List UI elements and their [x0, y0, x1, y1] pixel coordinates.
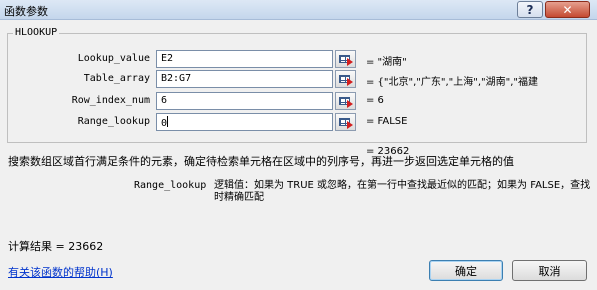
range-lookup-result: = FALSE: [366, 116, 408, 127]
table-array-result: = {"北京","广东","上海","湖南","福建: [366, 77, 539, 88]
row-index-num-ref-button[interactable]: [335, 92, 356, 110]
lookup-value-input[interactable]: E2: [156, 50, 333, 68]
calculation-result: 计算结果 = 23662: [8, 240, 104, 253]
text-caret: [167, 116, 169, 127]
arg-label-range-lookup: Range_lookup: [77, 116, 150, 127]
title-bar: 函数参数 ? ✕: [0, 0, 597, 20]
table-array-input[interactable]: B2:G7: [156, 70, 333, 88]
param-help-text: 逻辑值：如果为 TRUE 或忽略，在第一行中查找最近似的匹配；如果为 FALSE…: [214, 180, 591, 203]
close-icon: ✕: [562, 2, 573, 17]
close-button[interactable]: ✕: [545, 1, 590, 18]
ok-button[interactable]: 确定: [429, 260, 503, 281]
window-title: 函数参数: [4, 5, 48, 18]
range-lookup-input[interactable]: 0: [156, 113, 333, 131]
function-description: 搜索数组区域首行满足条件的元素，确定待检索单元格在区域中的列序号，再进一步返回选…: [8, 155, 514, 168]
row-index-num-input[interactable]: 6: [156, 92, 333, 110]
table-array-ref-button[interactable]: [335, 70, 356, 88]
arg-label-table-array: Table_array: [83, 73, 150, 84]
row-index-num-result: = 6: [366, 95, 384, 106]
arg-label-row-index-num: Row_index_num: [71, 95, 150, 106]
question-icon: ?: [526, 2, 534, 17]
help-title-button[interactable]: ?: [517, 1, 543, 18]
function-help-link[interactable]: 有关该函数的帮助(H): [8, 264, 113, 280]
param-help-name: Range_lookup: [134, 180, 207, 191]
lookup-value-ref-button[interactable]: [335, 50, 356, 68]
function-name-label: HLOOKUP: [13, 27, 60, 38]
range-lookup-ref-button[interactable]: [335, 113, 356, 131]
lookup-value-result: = "湖南": [366, 57, 407, 68]
arg-label-lookup-value: Lookup_value: [77, 53, 150, 64]
cancel-button[interactable]: 取消: [512, 260, 587, 281]
